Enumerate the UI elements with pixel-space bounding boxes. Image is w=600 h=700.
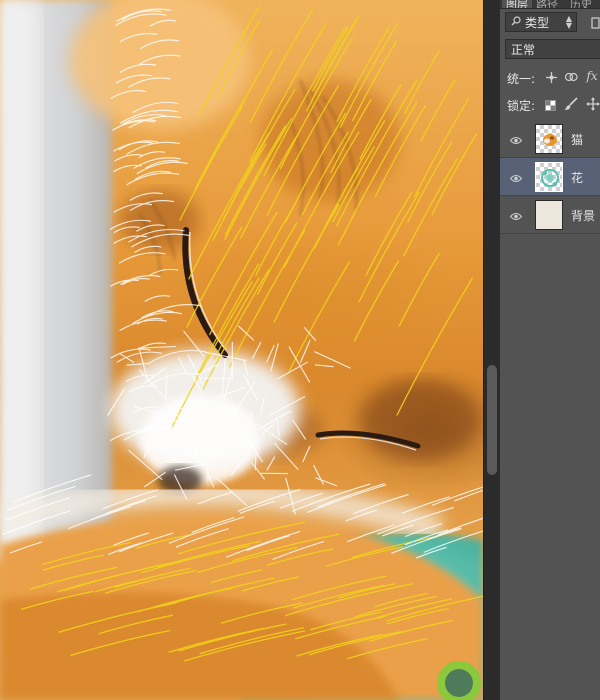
layer-name-background: 背景 xyxy=(571,209,596,223)
layer-thumbnail-cat xyxy=(535,124,563,154)
panel-tab-bar: 图层 路径 历史 xyxy=(500,0,600,9)
eye-icon[interactable] xyxy=(509,172,523,182)
blend-mode-dropdown[interactable]: 正常 xyxy=(505,39,600,59)
search-icon xyxy=(511,15,523,29)
layer-name-flower: 花 xyxy=(571,171,584,185)
tab-history[interactable]: 历史 xyxy=(570,0,592,8)
unify-position-icon[interactable] xyxy=(544,70,558,84)
layer-row-flower[interactable]: 花 xyxy=(500,158,600,196)
canvas-vertical-scrollbar[interactable] xyxy=(483,0,500,700)
blend-mode-value: 正常 xyxy=(511,42,536,57)
filter-pixel-layers-icon[interactable] xyxy=(591,16,600,30)
unify-label: 统一: xyxy=(507,72,536,86)
lock-transparent-pixels-icon[interactable] xyxy=(544,99,556,111)
tab-paths[interactable]: 路径 xyxy=(536,0,558,8)
layers-panel: 图层 路径 历史 类型 ▲ ▼ 正常 统一: fx 锁定: 猫 花 背景 xyxy=(500,0,600,700)
layer-thumbnail-background xyxy=(535,200,563,230)
layer-row-background[interactable]: 背景 xyxy=(500,196,600,234)
lock-image-pixels-brush-icon[interactable] xyxy=(564,97,578,111)
layer-row-cat[interactable]: 猫 xyxy=(500,120,600,158)
updown-arrows-icon: ▲ ▼ xyxy=(565,14,572,30)
canvas-artwork[interactable] xyxy=(0,0,483,700)
layer-thumbnail-flower xyxy=(535,162,563,192)
filter-row: 类型 ▲ ▼ xyxy=(500,9,600,35)
lock-row: 锁定: xyxy=(500,94,600,116)
unify-visibility-icon[interactable] xyxy=(564,70,578,84)
filter-label: 类型 xyxy=(525,15,550,30)
layer-filter-dropdown[interactable]: 类型 ▲ ▼ xyxy=(505,12,577,32)
unify-row: 统一: fx xyxy=(500,66,600,90)
layer-list: 猫 花 背景 xyxy=(500,120,600,234)
scrollbar-thumb[interactable] xyxy=(487,365,497,475)
eye-icon[interactable] xyxy=(509,134,523,144)
lock-position-move-icon[interactable] xyxy=(586,97,600,111)
lock-label: 锁定: xyxy=(507,99,536,113)
layer-name-cat: 猫 xyxy=(571,133,584,147)
cat-painting xyxy=(0,0,483,700)
unify-style-fx-icon[interactable]: fx xyxy=(584,68,600,84)
eye-icon[interactable] xyxy=(509,210,523,220)
tab-layers[interactable]: 图层 xyxy=(502,0,532,8)
blend-mode-row: 正常 xyxy=(500,36,600,62)
